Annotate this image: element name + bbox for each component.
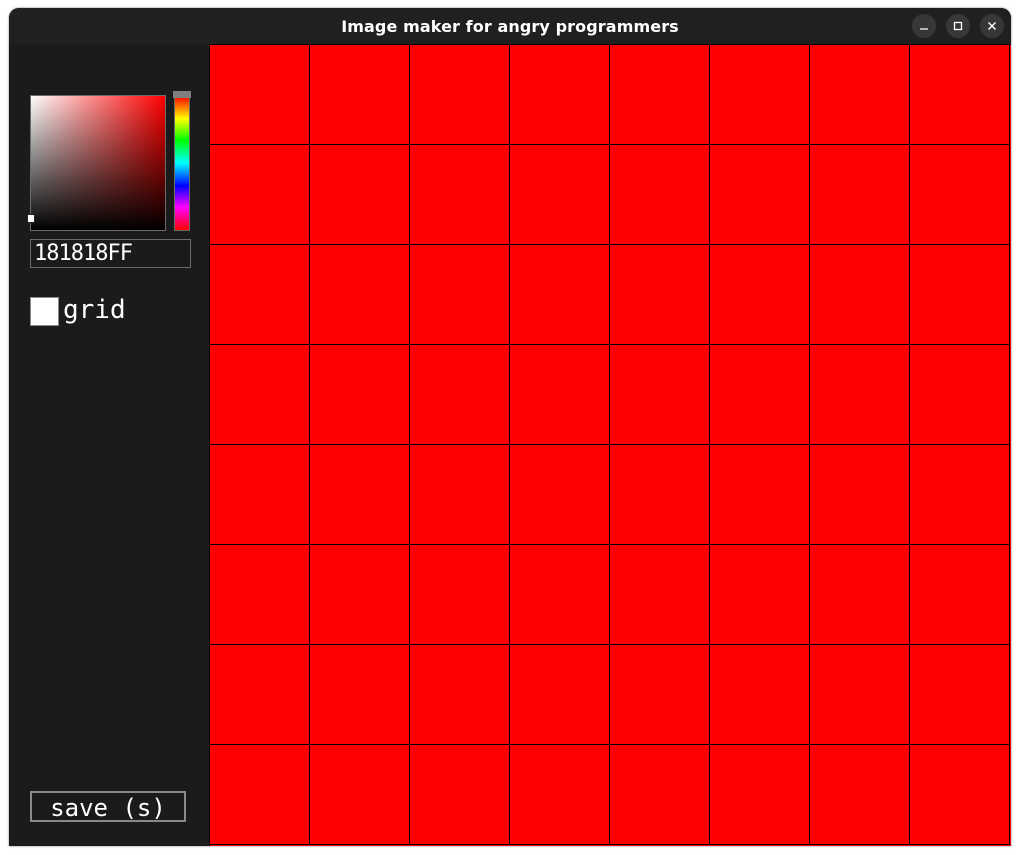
canvas-pixel[interactable] <box>610 145 710 245</box>
canvas-pixel[interactable] <box>410 345 510 445</box>
canvas-pixel[interactable] <box>410 645 510 745</box>
canvas-pixel[interactable] <box>610 645 710 745</box>
drawing-canvas[interactable] <box>209 44 1011 846</box>
canvas-pixel[interactable] <box>710 245 810 345</box>
close-icon <box>988 22 996 30</box>
canvas-pixel[interactable] <box>310 745 410 845</box>
canvas-pixel[interactable] <box>310 645 410 745</box>
canvas-pixel[interactable] <box>410 145 510 245</box>
canvas-pixel[interactable] <box>210 145 310 245</box>
canvas-pixel[interactable] <box>510 145 610 245</box>
canvas-pixel[interactable] <box>810 545 910 645</box>
hue-slider[interactable] <box>173 91 191 231</box>
canvas-pixel[interactable] <box>510 745 610 845</box>
window-title: Image maker for angry programmers <box>341 16 679 36</box>
canvas-pixel[interactable] <box>510 545 610 645</box>
canvas-pixel[interactable] <box>610 45 710 145</box>
canvas-pixel[interactable] <box>710 745 810 845</box>
canvas-pixel[interactable] <box>610 445 710 545</box>
maximize-icon <box>953 21 963 31</box>
canvas-pixel[interactable] <box>810 645 910 745</box>
canvas-pixel[interactable] <box>710 345 810 445</box>
canvas-pixel[interactable] <box>210 245 310 345</box>
canvas-pixel[interactable] <box>710 145 810 245</box>
canvas-pixel[interactable] <box>210 745 310 845</box>
canvas-pixel[interactable] <box>210 645 310 745</box>
canvas-pixel[interactable] <box>810 745 910 845</box>
canvas-pixel[interactable] <box>410 445 510 545</box>
canvas-pixel[interactable] <box>410 245 510 345</box>
canvas-pixel[interactable] <box>310 345 410 445</box>
close-button[interactable] <box>980 14 1004 38</box>
canvas-pixel[interactable] <box>510 45 610 145</box>
app-window: Image maker for angry programmers gri <box>9 8 1011 846</box>
save-button[interactable]: save (s) <box>30 791 186 822</box>
canvas-pixel[interactable] <box>410 745 510 845</box>
canvas-pixel[interactable] <box>810 445 910 545</box>
canvas-pixel[interactable] <box>210 345 310 445</box>
canvas-pixel[interactable] <box>310 45 410 145</box>
sv-picker-cursor[interactable] <box>27 214 35 223</box>
canvas-pixel[interactable] <box>210 45 310 145</box>
hex-color-input[interactable] <box>30 239 191 268</box>
canvas-pixel[interactable] <box>210 545 310 645</box>
canvas-pixel[interactable] <box>510 445 610 545</box>
canvas-pixel[interactable] <box>910 745 1010 845</box>
canvas-pixel[interactable] <box>310 445 410 545</box>
canvas-pixel[interactable] <box>910 545 1010 645</box>
canvas-pixel[interactable] <box>610 345 710 445</box>
canvas-pixel[interactable] <box>910 45 1010 145</box>
tool-sidebar: grid save (s) <box>9 44 209 846</box>
canvas-pixel[interactable] <box>610 245 710 345</box>
canvas-pixel[interactable] <box>710 545 810 645</box>
canvas-pixel[interactable] <box>210 445 310 545</box>
maximize-button[interactable] <box>946 14 970 38</box>
canvas-pixel[interactable] <box>610 745 710 845</box>
hue-slider-handle[interactable] <box>173 91 191 98</box>
canvas-pixel[interactable] <box>910 645 1010 745</box>
grid-checkbox-label: grid <box>63 295 126 325</box>
canvas-pixel[interactable] <box>610 545 710 645</box>
canvas-pixel[interactable] <box>910 445 1010 545</box>
canvas-pixel[interactable] <box>910 345 1010 445</box>
canvas-pixel[interactable] <box>410 45 510 145</box>
canvas-pixel[interactable] <box>510 245 610 345</box>
canvas-pixel[interactable] <box>910 145 1010 245</box>
pixel-grid[interactable] <box>209 44 1011 846</box>
canvas-pixel[interactable] <box>710 45 810 145</box>
canvas-pixel[interactable] <box>910 245 1010 345</box>
canvas-pixel[interactable] <box>310 545 410 645</box>
saturation-value-picker[interactable] <box>27 95 166 231</box>
canvas-pixel[interactable] <box>410 545 510 645</box>
minimize-icon <box>920 28 928 30</box>
grid-checkbox[interactable] <box>30 297 59 326</box>
canvas-pixel[interactable] <box>510 645 610 745</box>
canvas-pixel[interactable] <box>710 445 810 545</box>
canvas-pixel[interactable] <box>310 245 410 345</box>
canvas-pixel[interactable] <box>810 245 910 345</box>
canvas-pixel[interactable] <box>510 345 610 445</box>
canvas-pixel[interactable] <box>810 145 910 245</box>
canvas-pixel[interactable] <box>810 345 910 445</box>
canvas-pixel[interactable] <box>810 45 910 145</box>
canvas-pixel[interactable] <box>710 645 810 745</box>
canvas-pixel[interactable] <box>310 145 410 245</box>
minimize-button[interactable] <box>912 14 936 38</box>
title-bar[interactable]: Image maker for angry programmers <box>9 8 1011 44</box>
